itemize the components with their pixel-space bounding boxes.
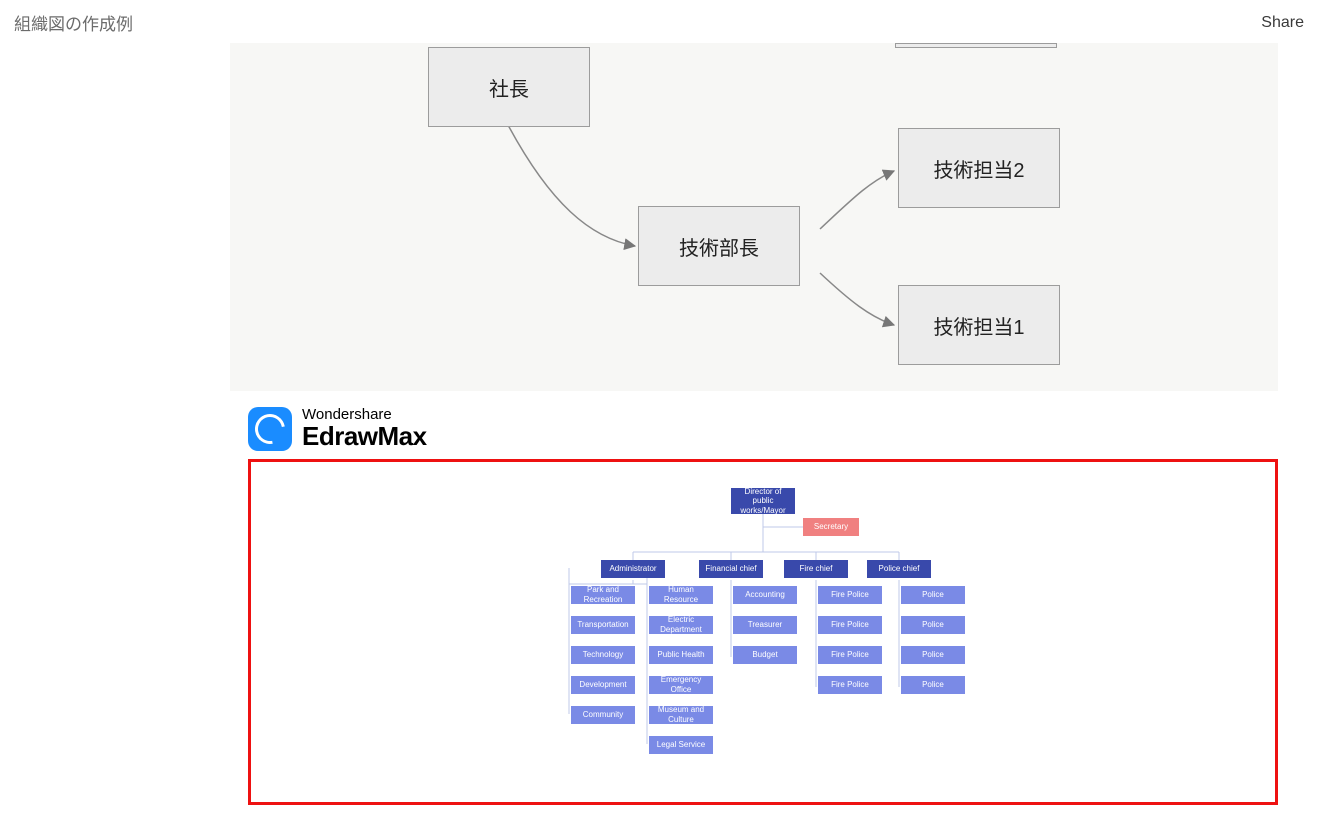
ex-item: Fire Police	[818, 616, 882, 634]
org-node-tech-lead[interactable]: 技術部長	[638, 206, 800, 286]
ex-item: Transportation	[571, 616, 635, 634]
org-node-cutoff[interactable]	[895, 43, 1057, 48]
ex-item: Budget	[733, 646, 797, 664]
ex-item: Police	[901, 676, 965, 694]
org-node-tech-staff-2[interactable]: 技術担当2	[898, 128, 1060, 208]
ex-item: Museum and Culture	[649, 706, 713, 724]
ex-item: Community	[571, 706, 635, 724]
ex-item: Development	[571, 676, 635, 694]
ex-head: Police chief	[867, 560, 931, 578]
page-header: 組織図の作成例 Share	[0, 0, 1318, 43]
ex-node-label: Police chief	[879, 564, 920, 574]
org-node-president[interactable]: 社長	[428, 47, 590, 127]
org-node-label: 技術担当1	[933, 311, 1024, 340]
brand-text: Wondershare EdrawMax	[302, 407, 427, 450]
ex-item: Police	[901, 616, 965, 634]
ex-node-label: Administrator	[609, 564, 656, 574]
ex-item: Park and Recreation	[571, 586, 635, 604]
brand-name-bottom: EdrawMax	[302, 423, 427, 450]
ex-item: Emergency Office	[649, 676, 713, 694]
org-node-label: 社長	[489, 73, 529, 102]
ex-item: Technology	[571, 646, 635, 664]
ex-item: Treasurer	[733, 616, 797, 634]
ex-item: Human Resource	[649, 586, 713, 604]
ex-node-label: Financial chief	[705, 564, 756, 574]
ex-head: Fire chief	[784, 560, 848, 578]
edrawmax-logo-icon	[248, 407, 292, 451]
ex-item: Legal Service	[649, 736, 713, 754]
ex-node-label: Secretary	[814, 522, 848, 532]
ex-item: Fire Police	[818, 646, 882, 664]
ex-item: Police	[901, 586, 965, 604]
share-button[interactable]: Share	[1261, 14, 1304, 32]
ex-item: Fire Police	[818, 676, 882, 694]
org-node-label: 技術担当2	[933, 154, 1024, 183]
ex-head: Financial chief	[699, 560, 763, 578]
page-title: 組織図の作成例	[14, 10, 133, 35]
ex-node-secretary: Secretary	[803, 518, 859, 536]
ex-item: Public Health	[649, 646, 713, 664]
ex-node-label: Fire chief	[800, 564, 833, 574]
org-node-tech-staff-1[interactable]: 技術担当1	[898, 285, 1060, 365]
ex-node-director: Director of public works/Mayor	[731, 488, 795, 514]
brand-row: Wondershare EdrawMax	[248, 407, 1318, 451]
org-node-label: 技術部長	[679, 232, 759, 261]
ex-item: Fire Police	[818, 586, 882, 604]
org-chart-canvas[interactable]: 社長 技術部長 技術担当2 技術担当1	[230, 43, 1278, 391]
ex-item: Police	[901, 646, 965, 664]
example-org-chart-image: Director of public works/Mayor Secretary…	[248, 459, 1278, 805]
ex-node-label: Director of public works/Mayor	[735, 487, 791, 516]
ex-item: Electric Department	[649, 616, 713, 634]
ex-item: Accounting	[733, 586, 797, 604]
ex-head: Administrator	[601, 560, 665, 578]
